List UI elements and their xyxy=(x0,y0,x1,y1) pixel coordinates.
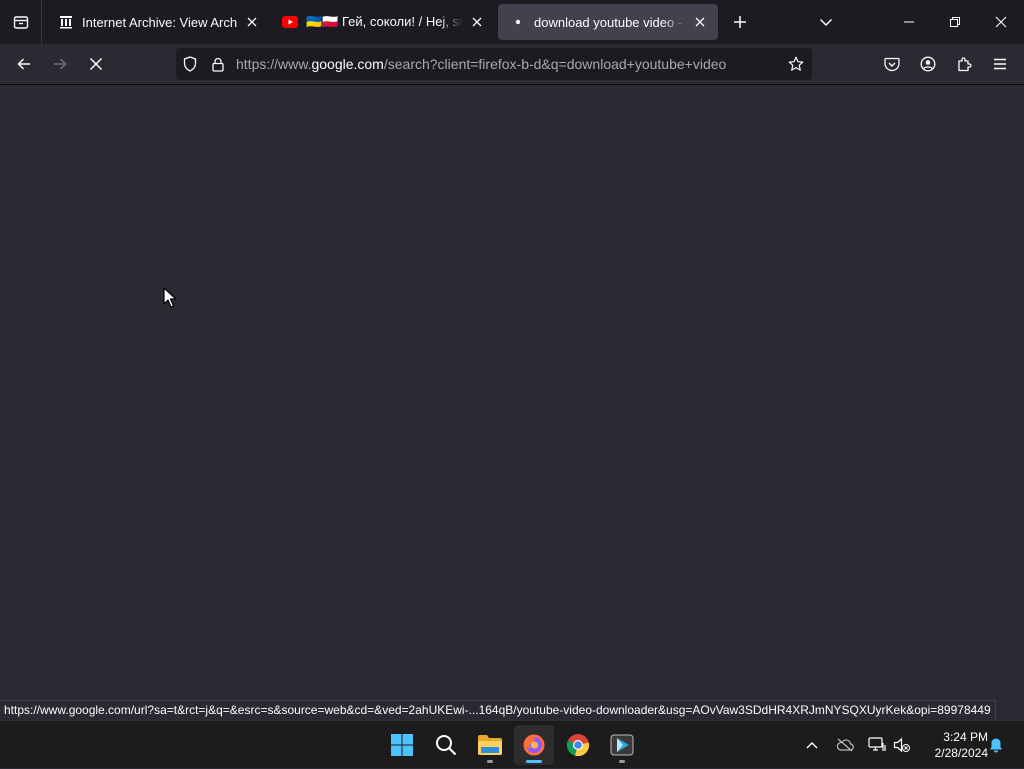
notification-bell-icon xyxy=(990,738,1002,753)
forward-button[interactable] xyxy=(44,48,76,80)
windows-logo-icon xyxy=(391,734,413,756)
tab-title: download youtube video - Google Search xyxy=(534,14,686,30)
back-button[interactable] xyxy=(8,48,40,80)
youtube-icon xyxy=(282,14,298,30)
onedrive-offline-icon xyxy=(836,738,854,752)
url-prefix: https://www. xyxy=(236,56,312,72)
restore-button[interactable] xyxy=(932,0,978,44)
page-content-area[interactable] xyxy=(0,85,1024,720)
url-path: /search?client=firefox-b-d&q=download+yo… xyxy=(383,56,727,72)
minimize-button[interactable] xyxy=(886,0,932,44)
tab-title: Internet Archive: View Archive xyxy=(82,14,238,30)
loading-dot-icon xyxy=(510,14,526,30)
tab-strip: Internet Archive: View Archive 🇺🇦🇵🇱 Гей,… xyxy=(0,0,1024,44)
lock-icon[interactable] xyxy=(204,48,232,80)
address-bar[interactable]: https://www.google.com/search?client=fir… xyxy=(176,48,812,80)
close-window-button[interactable] xyxy=(978,0,1024,44)
running-indicator xyxy=(619,760,625,763)
tracking-protection-shield-icon[interactable] xyxy=(176,48,204,80)
windows-taskbar: 3:24 PM 2/28/2024 xyxy=(0,720,1024,768)
new-tab-button[interactable] xyxy=(720,0,760,44)
plus-icon xyxy=(734,16,746,28)
firefox-taskbar-button[interactable] xyxy=(514,725,554,765)
firefox-icon xyxy=(523,734,545,756)
firefox-view-icon xyxy=(13,16,28,29)
folder-icon xyxy=(478,735,502,755)
start-button[interactable] xyxy=(382,725,422,765)
volume-muted-icon xyxy=(893,737,910,753)
close-tab-icon[interactable] xyxy=(242,12,262,32)
firefox-view-button[interactable] xyxy=(0,0,42,44)
url-domain: google.com xyxy=(311,56,384,72)
media-app-taskbar-button[interactable] xyxy=(602,725,642,765)
status-link-preview: https://www.google.com/url?sa=t&rct=j&q=… xyxy=(0,700,996,720)
clock-date: 2/28/2024 xyxy=(934,746,988,760)
minimize-icon xyxy=(904,21,914,23)
close-icon xyxy=(995,16,1007,28)
mouse-pointer-icon xyxy=(163,287,177,308)
volume-tray-button[interactable] xyxy=(886,721,918,769)
taskbar-clock[interactable]: 3:24 PM 2/28/2024 xyxy=(918,729,988,761)
close-tab-icon[interactable] xyxy=(690,12,710,32)
close-tab-icon[interactable] xyxy=(467,12,487,32)
onedrive-tray-button[interactable] xyxy=(829,721,861,769)
network-icon xyxy=(868,737,886,751)
running-indicator xyxy=(487,760,493,763)
file-explorer-button[interactable] xyxy=(470,725,510,765)
forward-arrow-icon xyxy=(54,58,67,70)
archive-icon xyxy=(58,14,74,30)
show-hidden-icons-button[interactable] xyxy=(796,721,828,769)
stop-icon xyxy=(89,57,103,71)
media-player-icon xyxy=(610,734,634,756)
pocket-button[interactable] xyxy=(876,48,908,80)
search-icon xyxy=(436,735,457,756)
taskbar-search-button[interactable] xyxy=(426,725,466,765)
navigation-toolbar: https://www.google.com/search?client=fir… xyxy=(0,44,1024,85)
chevron-down-icon xyxy=(819,18,833,27)
tab-title: 🇺🇦🇵🇱 Гей, соколи! / Hej, sokoły xyxy=(306,14,463,29)
extensions-button[interactable] xyxy=(948,48,980,80)
tab-youtube-video[interactable]: 🇺🇦🇵🇱 Гей, соколи! / Hej, sokoły xyxy=(270,4,495,40)
chevron-up-icon xyxy=(806,742,818,749)
chrome-taskbar-button[interactable] xyxy=(558,725,598,765)
chrome-icon xyxy=(566,734,590,757)
stop-loading-button[interactable] xyxy=(80,48,112,80)
clock-time: 3:24 PM xyxy=(943,730,988,744)
url-text[interactable]: https://www.google.com/search?client=fir… xyxy=(232,56,780,72)
notifications-button[interactable] xyxy=(980,721,1012,769)
account-icon xyxy=(920,56,936,72)
account-button[interactable] xyxy=(912,48,944,80)
bookmark-star-icon[interactable] xyxy=(780,48,812,80)
tab-google-search[interactable]: download youtube video - Google Search xyxy=(498,4,718,40)
active-indicator xyxy=(526,760,542,763)
tab-internet-archive[interactable]: Internet Archive: View Archive xyxy=(46,4,270,40)
restore-icon xyxy=(950,17,960,27)
app-menu-button[interactable] xyxy=(984,48,1016,80)
pocket-icon xyxy=(884,57,900,71)
back-arrow-icon xyxy=(17,58,30,70)
hamburger-menu-icon xyxy=(994,58,1006,70)
puzzle-icon xyxy=(958,57,972,72)
list-all-tabs-button[interactable] xyxy=(806,0,846,44)
